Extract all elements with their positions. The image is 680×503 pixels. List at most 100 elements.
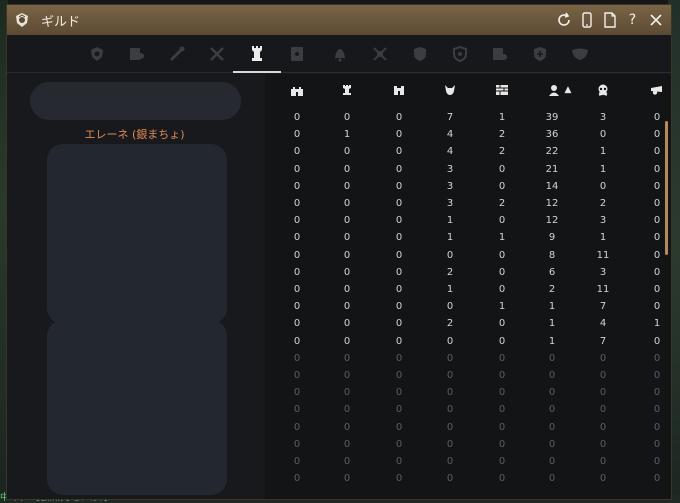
table-cell: 0 <box>446 404 454 416</box>
table-cell: 0 <box>395 370 403 381</box>
member-search-field[interactable] <box>30 82 241 120</box>
table-cell: 0 <box>343 387 351 399</box>
cannon-icon[interactable] <box>642 80 672 100</box>
table-cell: 0 <box>395 438 403 450</box>
rook-tab-icon[interactable] <box>233 39 281 73</box>
table-cell: 7 <box>599 301 607 313</box>
table-cell: 0 <box>343 284 351 295</box>
table-cell: 0 <box>599 438 607 450</box>
table-cell: 0 <box>343 112 351 123</box>
table-cell: 4 <box>599 318 607 330</box>
guild-emblem-icon <box>13 11 31 29</box>
table-cell: 0 <box>293 249 301 261</box>
table-cell: 0 <box>395 404 403 416</box>
table-cell: 0 <box>599 421 607 433</box>
table-cell: 0 <box>498 473 506 485</box>
table-cell: 0 <box>498 421 506 433</box>
document-icon[interactable] <box>600 10 619 29</box>
table-cell: 0 <box>343 249 351 261</box>
table-cell: 0 <box>498 215 506 227</box>
mask-tab-icon[interactable] <box>565 39 595 69</box>
table-cell: 0 <box>343 318 351 330</box>
scroll-tab-icon[interactable] <box>282 39 312 69</box>
table-cell: 0 <box>548 456 556 467</box>
table-cell: 0 <box>293 421 301 433</box>
demon-icon[interactable] <box>435 80 465 100</box>
skull-icon[interactable] <box>588 80 618 100</box>
settings-doc-tab-icon[interactable] <box>485 39 515 69</box>
table-cell: 0 <box>446 335 454 347</box>
table-cell: 0 <box>498 249 506 261</box>
user-icon[interactable]: ▲ <box>540 80 580 100</box>
close-icon[interactable] <box>646 10 665 29</box>
help-icon[interactable]: ? <box>623 10 642 29</box>
table-cell: 0 <box>293 266 301 278</box>
table-cell: 22 <box>545 146 559 158</box>
table-cell: 0 <box>395 266 403 278</box>
table-cell: 0 <box>599 129 607 141</box>
table-cell: 0 <box>343 232 351 244</box>
table-cell: 1 <box>653 318 661 330</box>
table-cell: 0 <box>293 473 301 485</box>
rook-icon[interactable] <box>332 80 362 100</box>
table-cell: 3 <box>446 180 454 192</box>
table-cell: 0 <box>548 404 556 416</box>
bell-tab-icon[interactable] <box>325 39 355 69</box>
table-cell: 0 <box>498 180 506 192</box>
title-bar[interactable]: ギルド ? <box>7 5 671 35</box>
table-cell: 4 <box>446 146 454 158</box>
heal-shield-tab-icon[interactable] <box>525 39 555 69</box>
table-cell: 0 <box>343 215 351 227</box>
castle-icon[interactable] <box>384 80 414 100</box>
table-cell: 0 <box>446 473 454 485</box>
table-cell: 0 <box>343 146 351 158</box>
table-cell: 0 <box>548 352 556 364</box>
fort-icon[interactable] <box>282 80 312 100</box>
table-cell: 1 <box>599 146 607 158</box>
wall-icon[interactable] <box>487 80 517 100</box>
guild-emblem-tab-icon[interactable] <box>82 39 112 69</box>
table-cell: 0 <box>653 335 661 347</box>
table-cell: 0 <box>343 421 351 433</box>
table-cell: 0 <box>293 180 301 192</box>
table-cell: 0 <box>343 473 351 485</box>
table-cell: 0 <box>395 318 403 330</box>
table-cell: 0 <box>446 456 454 467</box>
table-cell: 0 <box>446 421 454 433</box>
table-cell: 3 <box>599 266 607 278</box>
table-cell: 0 <box>293 198 301 209</box>
table-cell: 0 <box>343 370 351 381</box>
battle-tab-icon[interactable] <box>202 39 232 69</box>
table-cell: 0 <box>446 352 454 364</box>
table-cell: 0 <box>395 146 403 158</box>
table-cell: 0 <box>599 404 607 416</box>
mobile-icon[interactable] <box>577 10 596 29</box>
quest-tab-icon[interactable] <box>162 39 192 69</box>
table-cell: 0 <box>343 163 351 175</box>
scrollbar[interactable] <box>665 121 668 255</box>
crossed-axes-tab-icon[interactable] <box>365 39 395 69</box>
shield-tab-icon[interactable] <box>405 39 435 69</box>
table-cell: 0 <box>498 335 506 347</box>
table-cell: 0 <box>395 352 403 364</box>
table-cell: 1 <box>498 112 506 123</box>
member-name: エレーネ (銀まちょ) <box>84 128 185 141</box>
table-cell: 0 <box>395 215 403 227</box>
table-cell: 0 <box>293 387 301 399</box>
crest-tab-icon[interactable] <box>445 39 475 69</box>
table-cell: 12 <box>545 198 559 209</box>
table-cell: 0 <box>395 421 403 433</box>
table-cell: 0 <box>653 421 661 433</box>
table-cell: 21 <box>545 163 559 175</box>
refresh-icon[interactable] <box>554 10 573 29</box>
member-info-card <box>47 144 227 324</box>
table-cell: 11 <box>596 249 610 261</box>
table-cell: 0 <box>498 370 506 381</box>
table-cell: 0 <box>343 266 351 278</box>
table-cell: 3 <box>599 215 607 227</box>
members-list-tab-icon[interactable] <box>122 39 152 69</box>
table-cell: 0 <box>343 404 351 416</box>
table-cell: 0 <box>498 352 506 364</box>
table-cell: 1 <box>446 284 454 295</box>
table-cell: 0 <box>653 404 661 416</box>
